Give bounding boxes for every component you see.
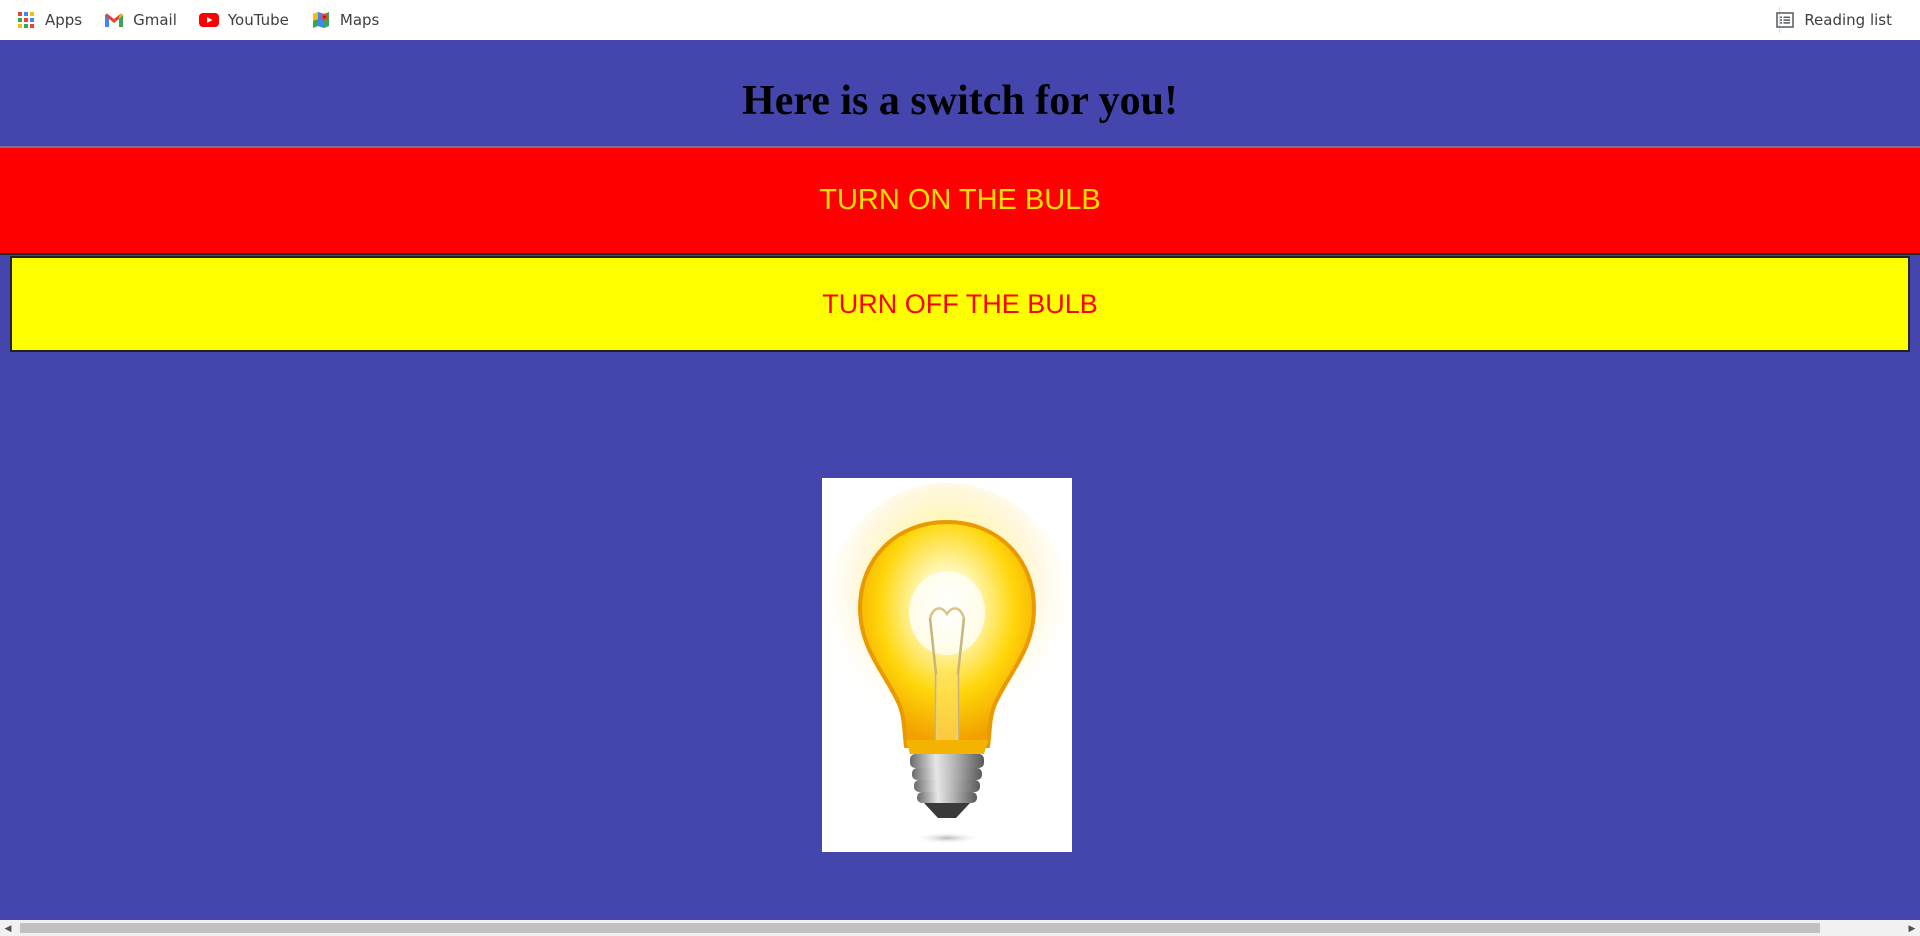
turn-off-button[interactable]: TURN OFF THE BULB (10, 256, 1910, 352)
bookmark-youtube-label: YouTube (227, 11, 289, 29)
horizontal-scrollbar[interactable]: ◀ ▶ (0, 920, 1920, 936)
scroll-left-arrow-icon[interactable]: ◀ (0, 920, 16, 936)
bookmark-gmail-label: Gmail (133, 11, 177, 29)
bookmark-maps[interactable]: Maps (299, 3, 389, 37)
page-content: Here is a switch for you! TURN ON THE BU… (0, 40, 1920, 920)
youtube-icon (198, 10, 219, 30)
reading-list-button[interactable]: Reading list (1759, 3, 1902, 37)
apps-grid-icon (16, 10, 36, 30)
page-title: Here is a switch for you! (742, 78, 1178, 124)
bookmark-apps-label: Apps (45, 11, 83, 29)
bulb-image (822, 478, 1072, 852)
reading-list-label: Reading list (1804, 11, 1892, 29)
scrollbar-thumb[interactable] (20, 923, 1820, 933)
lightbulb-on-icon (822, 478, 1072, 852)
maps-icon (311, 10, 331, 30)
bookmark-apps[interactable]: Apps (0, 3, 92, 37)
turn-on-button[interactable]: TURN ON THE BULB (0, 148, 1920, 255)
bookmark-maps-label: Maps (339, 11, 380, 29)
gmail-icon (104, 10, 124, 30)
scroll-right-arrow-icon[interactable]: ▶ (1904, 920, 1920, 936)
bookmark-gmail[interactable]: Gmail (92, 3, 187, 37)
reading-list-icon (1775, 10, 1795, 30)
bookmark-youtube[interactable]: YouTube (187, 3, 299, 37)
bookmarks-bar: Apps Gmail YouTube Maps Reading list (0, 0, 1920, 40)
